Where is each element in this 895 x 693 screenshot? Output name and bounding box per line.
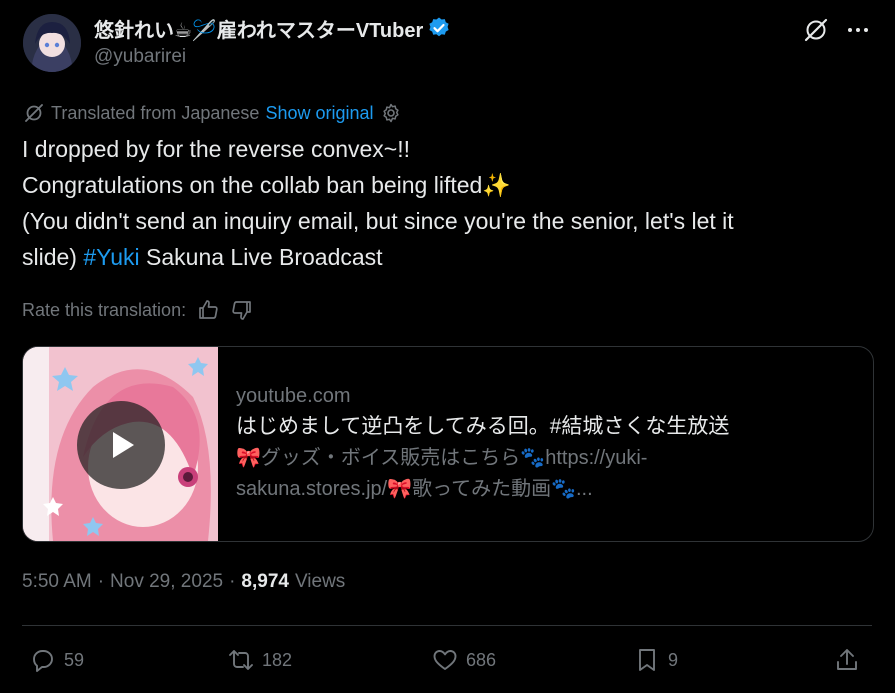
show-original-link[interactable]: Show original — [265, 103, 373, 124]
rate-label: Rate this translation: — [22, 299, 187, 320]
verified-badge-icon — [427, 16, 451, 40]
card-description-line: 🎀グッズ・ボイス販売はこちら🐾https://yuki- — [236, 447, 648, 469]
link-preview-card[interactable]: youtube.com はじめまして逆凸をしてみる回。#結城さくな生放送 🎀グッ… — [22, 346, 874, 542]
rate-translation: Rate this translation: — [22, 296, 254, 324]
repost-icon — [228, 647, 254, 673]
translation-settings-icon[interactable] — [380, 102, 402, 124]
heart-icon — [432, 647, 458, 673]
tweet-line: Congratulations on the collab ban being … — [22, 167, 872, 203]
views-label: Views — [294, 571, 346, 592]
play-button[interactable] — [77, 401, 165, 489]
tweet-line-text: Sakuna Live Broadcast — [146, 244, 383, 270]
more-options-icon[interactable] — [844, 16, 872, 44]
tweet-line: (You didn't send an inquiry email, but s… — [22, 208, 734, 234]
meta-separator: · — [97, 571, 105, 592]
card-title: はじめまして逆凸をしてみる回。#結城さくな生放送 — [236, 415, 730, 438]
like-button[interactable]: 686 — [432, 640, 496, 680]
translated-label: Translated from Japanese — [51, 102, 260, 123]
card-domain: youtube.com — [236, 385, 351, 407]
tweet-line: slide) #Yuki Sakuna Live Broadcast — [22, 239, 872, 275]
translation-bar: Translated from Japanese Show original — [23, 100, 402, 126]
tweet-line-text: slide) — [22, 244, 77, 270]
display-name[interactable]: 悠針れい☕🪡雇われマスターVTuber — [94, 14, 423, 43]
tweet-line: I dropped by for the reverse convex~!! — [22, 136, 411, 162]
divider — [22, 625, 872, 626]
avatar[interactable] — [23, 14, 81, 72]
author-handle[interactable]: @yubarirei — [94, 46, 186, 68]
reply-count: 59 — [64, 649, 85, 670]
reply-icon — [30, 647, 56, 673]
share-icon — [834, 647, 860, 673]
tweet-date[interactable]: Nov 29, 2025 — [110, 571, 223, 593]
hashtag-link[interactable]: #Yuki — [83, 244, 139, 270]
tweet-line-text: Congratulations on the collab ban being … — [22, 172, 483, 198]
tweet-time[interactable]: 5:50 AM — [22, 571, 92, 593]
bookmark-count: 9 — [668, 649, 679, 670]
like-count: 686 — [466, 649, 497, 670]
thumbs-up-icon[interactable] — [196, 298, 220, 322]
tweet-meta: 5:50 AM · Nov 29, 2025 · 8,974 Views — [22, 568, 345, 596]
repost-button[interactable]: 182 — [228, 640, 292, 680]
meta-separator: · — [229, 571, 236, 592]
sparkles-emoji: ✨ — [482, 172, 511, 198]
share-button[interactable] — [834, 640, 860, 680]
grok-translate-icon — [23, 102, 45, 124]
grok-icon[interactable] — [802, 16, 830, 44]
thumbs-down-icon[interactable] — [230, 298, 254, 322]
video-thumbnail[interactable] — [23, 347, 218, 541]
bookmark-icon — [634, 647, 660, 673]
play-icon — [113, 432, 134, 458]
author-name-row[interactable]: 悠針れい☕🪡雇われマスターVTuber — [94, 14, 451, 42]
tweet-text: I dropped by for the reverse convex~!! C… — [22, 131, 872, 275]
card-description-line: sakuna.stores.jp/🎀歌ってみた動画🐾... — [236, 478, 593, 500]
action-bar: 59 182 686 9 — [22, 640, 872, 680]
bookmark-button[interactable]: 9 — [634, 640, 678, 680]
reply-button[interactable]: 59 — [30, 640, 84, 680]
views-count: 8,974 — [241, 571, 289, 592]
repost-count: 182 — [262, 649, 293, 670]
card-text[interactable]: youtube.com はじめまして逆凸をしてみる回。#結城さくな生放送 🎀グッ… — [236, 381, 856, 505]
